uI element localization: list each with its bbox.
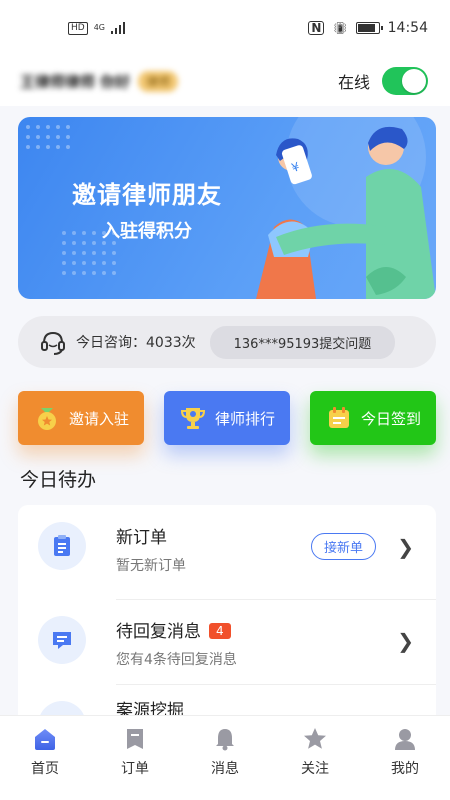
nav-label: 首页 bbox=[31, 761, 59, 777]
online-label: 在线 bbox=[337, 73, 370, 92]
nav-label: 我的 bbox=[391, 761, 419, 777]
consult-ticker: 今日咨询：4033次 136***95193提交问题 bbox=[18, 316, 436, 368]
people-illustration-icon: ¥ bbox=[256, 117, 436, 299]
hd-indicator: HD bbox=[68, 21, 88, 35]
trophy-icon bbox=[180, 408, 205, 429]
greeting: 王律师律师 你好 律师 bbox=[20, 70, 179, 92]
nav-label: 消息 bbox=[211, 761, 239, 777]
home-icon bbox=[35, 729, 55, 750]
nav-item-follow[interactable]: 关注 bbox=[280, 726, 350, 800]
invite-button[interactable]: 邀请入驻 bbox=[18, 391, 144, 445]
clock: 14:54 bbox=[387, 20, 428, 36]
unread-count-badge: 4 bbox=[209, 623, 231, 639]
toggle-knob bbox=[402, 69, 426, 93]
accept-order-button[interactable]: 接新单 bbox=[310, 533, 376, 560]
todo-subtitle: 暂无新订单 bbox=[116, 558, 186, 574]
chevron-right-icon: ❯ bbox=[397, 535, 414, 559]
todo-item-pending-messages[interactable]: 待回复消息 4 您有4条待回复消息 ❯ bbox=[18, 599, 436, 683]
vibrate-icon: 📳︎ bbox=[332, 21, 348, 35]
online-toggle[interactable] bbox=[382, 67, 428, 95]
role-badge: 律师 bbox=[138, 70, 179, 92]
todo-item-new-order[interactable]: 新订单 暂无新订单 接新单 ❯ bbox=[18, 505, 436, 589]
battery-icon bbox=[355, 22, 383, 34]
nav-item-mine[interactable]: 我的 bbox=[370, 726, 440, 800]
todo-title: 待回复消息 4 bbox=[116, 617, 231, 642]
nav-label: 订单 bbox=[121, 761, 149, 777]
banner-title: 邀请律师朋友 bbox=[72, 181, 222, 209]
nav-item-home[interactable]: 首页 bbox=[10, 726, 80, 800]
lawyer-ranking-label: 律师排行 bbox=[214, 409, 275, 428]
medal-icon bbox=[37, 408, 56, 430]
message-icon bbox=[53, 632, 71, 649]
banner-subtitle: 入驻得积分 bbox=[102, 221, 192, 242]
invite-button-label: 邀请入驻 bbox=[68, 409, 129, 428]
bell-icon bbox=[216, 729, 234, 751]
headset-icon bbox=[41, 331, 65, 355]
top-header: 王律师律师 你好 律师 在线 bbox=[0, 56, 450, 106]
nav-label: 关注 bbox=[301, 761, 329, 777]
invite-banner[interactable]: 邀请律师朋友 入驻得积分 ¥ bbox=[18, 117, 436, 299]
nfc-icon: N bbox=[308, 21, 325, 35]
signal-icon bbox=[111, 22, 125, 34]
order-icon bbox=[127, 729, 143, 749]
star-icon bbox=[304, 728, 326, 749]
nav-item-messages[interactable]: 消息 bbox=[190, 726, 260, 800]
today-consult-count: 今日咨询：4033次 bbox=[76, 335, 196, 351]
todo-icon-bg bbox=[38, 522, 86, 570]
todo-icon-bg bbox=[38, 616, 86, 664]
online-status: 在线 bbox=[338, 67, 428, 95]
greeting-name: 王律师律师 你好 bbox=[20, 72, 131, 91]
calendar-icon bbox=[328, 407, 349, 428]
nav-item-orders[interactable]: 订单 bbox=[100, 726, 170, 800]
quick-actions: 邀请入驻 律师排行 今日签到 bbox=[18, 391, 436, 447]
status-bar: HD 4G N 📳︎ 14:54 bbox=[0, 0, 450, 56]
status-right: N 📳︎ 14:54 bbox=[308, 20, 428, 36]
todo-subtitle: 您有4条待回复消息 bbox=[116, 652, 237, 668]
todo-title: 新订单 bbox=[116, 528, 167, 548]
chevron-right-icon: ❯ bbox=[397, 629, 414, 653]
network-type: 4G bbox=[93, 23, 105, 32]
todo-section-title: 今日待办 bbox=[20, 469, 97, 491]
user-icon bbox=[395, 729, 415, 750]
clipboard-icon bbox=[54, 535, 70, 556]
status-left: HD 4G bbox=[68, 21, 125, 35]
bottom-nav: 首页 订单 消息 关注 我的 bbox=[0, 715, 450, 800]
dots-decoration-icon bbox=[26, 125, 70, 149]
todo-list: 新订单 暂无新订单 接新单 ❯ 待回复消息 4 您有4条待回复消息 ❯ 案源挖掘 bbox=[18, 505, 436, 725]
daily-checkin-label: 今日签到 bbox=[360, 409, 421, 428]
todo-title-text: 待回复消息 bbox=[116, 622, 201, 642]
daily-checkin-button[interactable]: 今日签到 bbox=[310, 391, 436, 445]
lawyer-ranking-button[interactable]: 律师排行 bbox=[164, 391, 290, 445]
consult-ticker-text: 136***95193提交问题 bbox=[209, 325, 396, 359]
